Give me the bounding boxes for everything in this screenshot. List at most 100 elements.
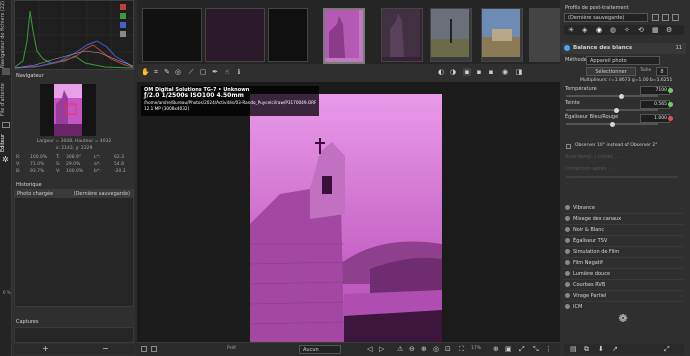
zoom-out-icon[interactable]: ⊖ — [409, 345, 418, 354]
tool-channel-mixer[interactable]: Mixage des canaux — [563, 214, 683, 225]
tool-color-toning[interactable]: Virage Partiel — [563, 291, 683, 302]
warning-icon[interactable]: ⚠ — [397, 345, 406, 354]
preset-select[interactable]: Aucun — [299, 345, 341, 354]
transform-tab-icon[interactable]: ⟲ — [638, 25, 644, 35]
temperature-value[interactable]: 7100 — [640, 86, 670, 95]
zoom-in-icon[interactable]: ⊕ — [493, 345, 502, 354]
power-icon[interactable] — [564, 45, 570, 51]
folder-icon[interactable] — [2, 68, 10, 75]
open-icon[interactable]: ▤ — [570, 344, 577, 355]
tool-vibrance[interactable]: Vibrance — [563, 203, 683, 214]
gear-icon[interactable]: ✲ — [2, 156, 10, 164]
tab-queue[interactable]: File d'attente — [0, 80, 12, 120]
slider-knob[interactable] — [618, 93, 624, 99]
reset-icon[interactable] — [668, 102, 673, 107]
straighten-icon[interactable]: ⟋ — [187, 68, 195, 76]
filmstrip-thumb[interactable] — [430, 8, 472, 62]
preferences-label[interactable]: Préf. — [227, 346, 237, 351]
expand-panel-icon[interactable]: ⤢ — [664, 344, 670, 355]
navigate-next-icon[interactable]: ▷ — [379, 345, 388, 354]
blue-red-slider[interactable] — [566, 121, 658, 127]
picker-button[interactable]: Sélectionner — [586, 67, 636, 76]
navigate-prev-icon[interactable]: ◁ — [367, 345, 376, 354]
zoom-fit-icon[interactable]: ⊡ — [445, 345, 454, 354]
remove-snapshot-button[interactable]: − — [102, 344, 109, 354]
history-item[interactable]: Photo chargée (Dernière sauvegarde) — [15, 190, 133, 198]
focus-mask-icon[interactable]: ◉ — [501, 68, 509, 76]
expand-icon[interactable]: ⤢ — [519, 345, 528, 354]
save-icon[interactable]: ⬇ — [598, 344, 604, 355]
picker-icon[interactable]: ✒ — [211, 68, 219, 76]
detail-tab-icon[interactable]: ◈ — [582, 25, 587, 35]
filmstrip-thumb[interactable] — [529, 8, 561, 62]
tint-value[interactable]: 0.565 — [640, 100, 670, 109]
menu-icon[interactable]: ⋮ — [545, 345, 554, 354]
channel-b-icon[interactable]: ▪ — [487, 68, 495, 76]
power-icon[interactable] — [565, 238, 570, 243]
power-icon[interactable] — [565, 260, 570, 265]
tool-rgb-curves[interactable]: Courbes RVB — [563, 280, 683, 291]
red-channel-toggle[interactable] — [120, 4, 126, 10]
add-snapshot-button[interactable]: + — [42, 344, 49, 354]
tool-black-white[interactable]: Noir & Blanc — [563, 225, 683, 236]
spot-icon[interactable]: ◎ — [174, 68, 182, 76]
filmstrip-thumb[interactable] — [205, 8, 265, 62]
color-picker-icon[interactable]: ✎ — [163, 68, 171, 76]
filmstrip-thumb[interactable] — [142, 8, 202, 62]
channel-r-icon[interactable]: ▪ — [463, 68, 471, 76]
blue-red-value[interactable]: 1.000 — [640, 114, 670, 123]
local-tab-icon[interactable]: ◍ — [610, 25, 616, 35]
tint-slider[interactable] — [566, 107, 658, 113]
queue-icon[interactable] — [2, 122, 10, 128]
meta-tab-icon[interactable]: ⚙ — [666, 25, 672, 35]
zoom-100-icon[interactable]: ◎ — [433, 345, 442, 354]
temperature-slider[interactable] — [566, 93, 658, 99]
power-icon[interactable] — [565, 227, 570, 232]
tab-editor[interactable]: Éditeur — [0, 132, 12, 154]
raw-tab-icon[interactable]: ▦ — [652, 25, 659, 35]
power-icon[interactable] — [565, 249, 570, 254]
slider-knob[interactable] — [609, 121, 615, 127]
tool-film-simulation[interactable]: Simulation de Film — [563, 247, 683, 258]
queue-add-icon[interactable]: ⧉ — [584, 344, 589, 355]
zoom-in-icon[interactable]: ⊕ — [421, 345, 430, 354]
fullscreen-icon[interactable]: ⛶ — [459, 345, 468, 354]
advanced-tab-icon[interactable]: ✧ — [624, 25, 630, 35]
external-editor-icon[interactable]: ↗ — [612, 344, 618, 355]
collapse-icon[interactable]: ⤡ — [533, 345, 542, 354]
tool-icm[interactable]: ICM — [563, 302, 683, 312]
detail-window-icon[interactable]: ▣ — [505, 345, 514, 354]
green-channel-toggle[interactable] — [120, 13, 126, 19]
crop-icon[interactable]: ⌗ — [152, 68, 160, 76]
hand-icon[interactable]: ✋ — [141, 68, 150, 76]
power-icon[interactable] — [565, 293, 570, 298]
power-icon[interactable] — [565, 282, 570, 287]
save-profile-icon[interactable] — [672, 14, 679, 21]
frame-icon[interactable]: ▢ — [199, 68, 207, 76]
filmstrip-thumb[interactable] — [481, 8, 523, 62]
filmstrip-thumb[interactable] — [268, 8, 308, 62]
tool-film-negative[interactable]: Film Negatif — [563, 258, 683, 269]
profile-select[interactable]: (Dernière sauvegarde) — [564, 13, 648, 22]
power-icon[interactable] — [565, 216, 570, 221]
method-select[interactable]: Appareil photo — [586, 56, 660, 65]
white-balance-header[interactable]: Balance des blancs 11 — [562, 43, 686, 54]
observer-checkbox[interactable] — [566, 144, 571, 149]
reset-icon[interactable] — [668, 88, 673, 93]
reset-icon[interactable] — [668, 116, 673, 121]
before-after-icon[interactable]: ◨ — [515, 68, 523, 76]
tab-file-browser[interactable]: Navigateur de fichiers (22) — [0, 1, 12, 68]
navigator-preview[interactable] — [40, 84, 96, 136]
highlight-clip-icon[interactable]: ◑ — [449, 68, 457, 76]
slider-knob[interactable] — [614, 107, 620, 113]
exposure-tab-icon[interactable]: ☀ — [568, 25, 574, 35]
tool-hsv-equalizer[interactable]: Égaliseur TSV — [563, 236, 683, 247]
shadow-clip-icon[interactable]: ◐ — [437, 68, 445, 76]
power-icon[interactable] — [565, 271, 570, 276]
paste-profile-icon[interactable] — [662, 14, 669, 21]
filmstrip-thumb[interactable] — [381, 8, 423, 62]
luminance-toggle[interactable] — [120, 31, 126, 37]
power-icon[interactable] — [565, 304, 570, 309]
info-icon[interactable]: ℹ — [235, 68, 243, 76]
filmstrip-thumb-selected[interactable] — [323, 8, 365, 64]
